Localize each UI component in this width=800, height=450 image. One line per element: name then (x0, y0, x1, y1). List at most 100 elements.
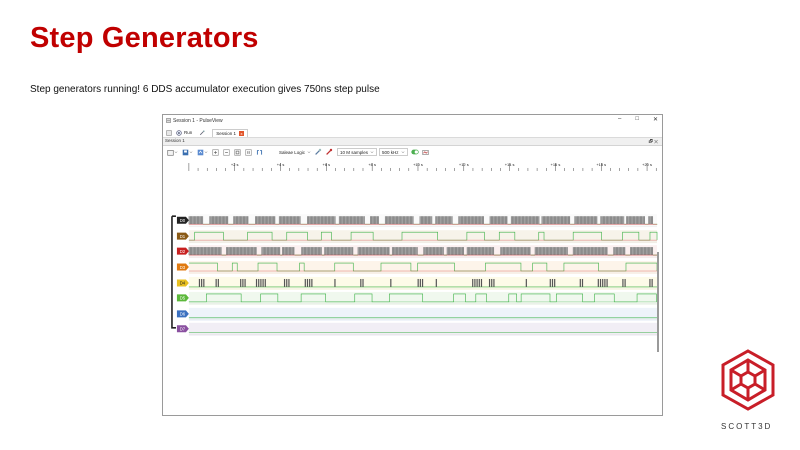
trace-view[interactable]: D0 D1 D2 D3 D4 D5 D6 D7 (163, 173, 662, 373)
save-icon[interactable] (181, 148, 189, 156)
trace-pulse (551, 278, 554, 287)
trace-pulse (334, 278, 336, 287)
trace-burst (233, 216, 249, 225)
slide-title: Step Generators (30, 22, 259, 54)
trace-pulse (474, 278, 476, 287)
trace-pulse (240, 278, 242, 287)
trace-burst (282, 247, 295, 256)
trace-pulse (579, 278, 581, 287)
channel-tag-text: D3 (180, 265, 186, 270)
trace-pulse (478, 278, 480, 287)
close-tab-icon[interactable]: x (239, 130, 245, 136)
channel-tag-text: D0 (180, 218, 186, 223)
trace-pulse (390, 278, 392, 287)
zoom-fit-icon[interactable] (233, 148, 241, 156)
trace-pulse (304, 278, 306, 287)
trace-burst (648, 216, 654, 225)
trace-pulse (360, 278, 362, 287)
trace-pulse (215, 278, 217, 287)
trace-pulse (488, 278, 491, 287)
session-dock-bar: Session 1 🗗 ✕ (163, 138, 662, 146)
trace-burst (423, 247, 444, 256)
pulseview-app-icon (166, 118, 171, 123)
trace-pulse (549, 278, 551, 287)
chevron-down-icon (401, 151, 404, 154)
new-session-icon[interactable] (165, 129, 173, 137)
close-window-button[interactable]: ✕ (653, 116, 658, 123)
maximize-button[interactable]: □ (635, 116, 639, 123)
ruler-tick-label: +6 s (323, 162, 331, 167)
channel-tag-text: D4 (180, 281, 186, 286)
trace-pulse (606, 278, 608, 287)
trace-pulse (242, 278, 244, 287)
dropdown-chevron-icon[interactable] (204, 148, 208, 156)
trace-pulse (649, 278, 651, 287)
ruler-tick-label: +14 s (505, 162, 515, 167)
trace-pulse (362, 278, 364, 287)
trace-burst (600, 216, 625, 225)
trace-burst (301, 247, 322, 256)
trace-pulse (480, 278, 483, 287)
trace-pulse (217, 278, 219, 287)
trace-pulse (525, 278, 527, 287)
trace-pulse (244, 278, 246, 287)
minimize-button[interactable]: – (618, 116, 621, 123)
ruler-tick-label: +12 s (459, 162, 469, 167)
trace-pulse (311, 278, 313, 287)
tab-bar: Run Session 1 x (163, 128, 662, 138)
decoder-icon[interactable] (422, 148, 430, 156)
time-ruler[interactable]: +2 s +4 s +6 s +8 s +10 s +12 s +14 s +16 s +18 … (163, 159, 662, 173)
trace-pulse (306, 278, 309, 287)
export-icon[interactable] (196, 148, 204, 156)
trace-pulse (599, 278, 602, 287)
trace-pulse (597, 278, 599, 287)
configure-device-icon[interactable] (314, 148, 322, 156)
ruler-tick-label: +20 s (642, 162, 652, 167)
device-select[interactable]: Saleae Logic (277, 149, 308, 155)
sample-count-value: 10 M samples (340, 149, 369, 155)
trace-pulse (262, 278, 264, 287)
channel-tag-text: D1 (180, 234, 186, 239)
session-dock-label: Session 1 (165, 138, 185, 143)
trace-burst (255, 216, 276, 225)
zoom-out-icon[interactable] (222, 148, 230, 156)
dock-controls[interactable]: 🗗 ✕ (649, 138, 658, 146)
trace-pulse (309, 278, 311, 287)
trace-pulse (417, 278, 419, 287)
ruler-tick-label: +8 s (368, 162, 376, 167)
trace-pulse (283, 278, 286, 287)
tab-session-1[interactable]: Session 1 x (212, 128, 249, 137)
configure-channels-icon[interactable] (325, 148, 333, 156)
trace-pulse (203, 278, 205, 287)
zoom-one-to-one-icon[interactable] (244, 148, 252, 156)
window-title: Session 1 - PulseView (173, 118, 223, 124)
run-button[interactable]: Run (173, 129, 195, 136)
cursor-icon[interactable] (255, 148, 263, 156)
trace-pulse (255, 278, 258, 287)
trace-pulse (554, 278, 556, 287)
run-icon (176, 129, 182, 136)
dropdown-chevron-icon[interactable] (189, 148, 193, 156)
dropdown-chevron-icon[interactable] (307, 148, 311, 156)
toggle-icon[interactable] (410, 148, 419, 156)
probe-icon[interactable] (198, 129, 206, 137)
vertical-scrollbar[interactable] (657, 252, 659, 352)
zoom-in-icon[interactable] (211, 148, 219, 156)
scott3d-logo-icon (721, 349, 775, 411)
chevron-down-icon (370, 151, 374, 154)
sample-count-select[interactable]: 10 M samples (337, 148, 378, 156)
dropdown-chevron-icon[interactable] (174, 148, 178, 156)
window-titlebar: Session 1 - PulseView – □ ✕ (163, 115, 662, 127)
trace-pulse (419, 278, 421, 287)
trace-pulse (493, 278, 495, 287)
slide-body-text: Step generators running! 6 DDS accumulat… (30, 84, 380, 95)
ruler-tick-label: +16 s (551, 162, 561, 167)
channel-tag-text: D6 (180, 312, 186, 317)
pulseview-window: Session 1 - PulseView – □ ✕ Run Session … (162, 114, 663, 416)
trace-pulse (264, 278, 266, 287)
open-file-icon[interactable] (166, 148, 174, 156)
device-select-value: Saleae Logic (279, 149, 306, 155)
window-controls: – □ ✕ (618, 116, 658, 123)
sample-rate-select[interactable]: 500 kHz (379, 148, 408, 156)
tab-session-label: Session 1 (216, 130, 237, 136)
